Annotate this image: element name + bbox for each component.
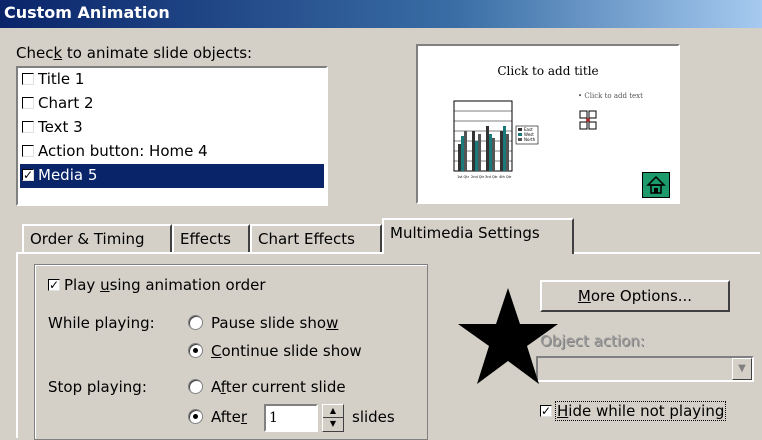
checkbox-media-5[interactable]: ✓ <box>22 168 34 181</box>
list-item-label: Title 1 <box>38 70 85 88</box>
checkbox-action-button[interactable] <box>22 144 34 157</box>
radio-button[interactable] <box>188 343 203 358</box>
slide-preview: Click to add title • Click to add text E… <box>416 44 680 204</box>
checkbox-text-3[interactable] <box>22 120 34 133</box>
preview-bullet-text: Click to add text <box>584 92 643 100</box>
tab-multimedia-settings[interactable]: Multimedia Settings <box>382 218 574 254</box>
list-item-label: Media 5 <box>38 166 98 184</box>
spin-down-icon[interactable]: ▼ <box>323 418 343 430</box>
hide-while-not-playing-checkbox[interactable]: ✓ Hide while not playing <box>540 401 727 421</box>
play-using-order-checkbox[interactable]: ✓ Play using animation order <box>48 276 266 294</box>
while-playing-label: While playing: <box>48 314 155 332</box>
tab-chart-effects[interactable]: Chart Effects <box>250 224 382 252</box>
radio-button[interactable] <box>188 409 203 424</box>
preview-chart: East West North 1st Qtr 2nd Qtr 3rd Qtr … <box>453 100 539 179</box>
list-item-label: Text 3 <box>38 118 83 136</box>
stop-playing-label: Stop playing: <box>48 378 147 396</box>
tab-effects[interactable]: Effects <box>172 224 250 252</box>
slides-label: slides <box>352 408 395 426</box>
objects-listbox[interactable]: Title 1 Chart 2 Text 3 Action button: Ho… <box>16 66 328 206</box>
tab-label: Effects <box>180 230 231 248</box>
list-item-label: Action button: Home 4 <box>38 142 208 160</box>
radio-pause-slide-show[interactable]: Pause slide show <box>188 314 338 332</box>
radio-button[interactable] <box>188 315 203 330</box>
more-options-button[interactable]: More Options... <box>540 280 730 312</box>
preview-cat-2: 2nd Qtr <box>471 175 485 179</box>
after-slides-stepper[interactable]: ▲ ▼ <box>322 404 344 432</box>
play-using-order-check[interactable]: ✓ <box>48 278 60 291</box>
preview-cat-1: 1st Qtr <box>457 175 470 179</box>
preview-title: Click to add title <box>497 64 599 78</box>
window-title: Custom Animation <box>0 0 762 28</box>
tab-order-timing[interactable]: Order & Timing <box>22 224 172 252</box>
objects-label: Check to animate slide objects: <box>16 44 253 62</box>
checkbox-title-1[interactable] <box>22 72 34 85</box>
list-item[interactable]: Chart 2 <box>22 92 94 116</box>
tab-label: Order & Timing <box>30 230 145 248</box>
radio-after-current-slide[interactable]: After current slide <box>188 378 346 396</box>
preview-legend-north: North <box>524 137 536 142</box>
radio-after-slides[interactable]: After <box>188 408 247 426</box>
star-icon <box>458 288 558 384</box>
preview-cat-4: 4th Qtr <box>499 175 512 179</box>
list-item[interactable]: Text 3 <box>22 116 83 140</box>
tab-label: Chart Effects <box>258 230 355 248</box>
spin-up-icon[interactable]: ▲ <box>323 405 343 418</box>
tab-label: Multimedia Settings <box>390 224 540 242</box>
radio-continue-slide-show[interactable]: Continue slide show <box>188 342 362 360</box>
hide-while-not-playing-check[interactable]: ✓ <box>540 404 552 417</box>
object-action-select[interactable]: ▼ <box>536 356 754 382</box>
home-action-button <box>642 172 670 198</box>
preview-bullet: • Click to add text <box>578 92 643 100</box>
list-item[interactable]: ✓ Media 5 <box>20 164 324 188</box>
home-icon <box>646 175 666 194</box>
media-object-icon <box>579 110 597 130</box>
checkbox-chart-2[interactable] <box>22 96 34 109</box>
list-item[interactable]: Title 1 <box>22 68 84 92</box>
list-item[interactable]: Action button: Home 4 <box>22 140 208 164</box>
after-slides-input[interactable]: 1 <box>264 404 318 432</box>
list-item-label: Chart 2 <box>38 94 94 112</box>
preview-cat-3: 3rd Qtr <box>485 175 498 179</box>
chevron-down-icon[interactable]: ▼ <box>732 358 752 380</box>
radio-button[interactable] <box>188 379 203 394</box>
